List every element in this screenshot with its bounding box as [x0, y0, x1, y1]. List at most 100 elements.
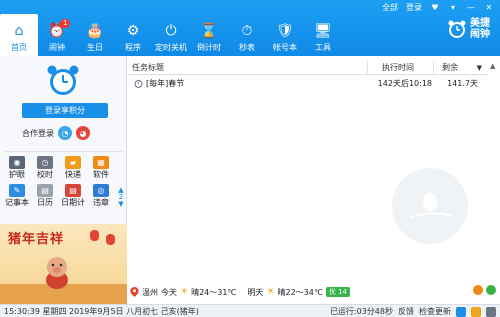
- uptime-text: 已运行:03分48秒: [329, 307, 393, 316]
- tool-express[interactable]: ▰ 快递: [59, 156, 87, 180]
- nav-alarm[interactable]: ⏰ 1 闹钟: [38, 14, 76, 56]
- tool-label: 护眼: [9, 170, 25, 179]
- tool-eye-protection[interactable]: ◉ 护眼: [3, 156, 31, 180]
- tool-label: 日期计: [61, 198, 85, 207]
- tool-notepad[interactable]: ✎ 记事本: [3, 184, 31, 208]
- column-exec-time[interactable]: 执行时间: [368, 61, 434, 74]
- left-panel: 登录享积分 合作登录 ◔ ◕ ◉ 护眼 ◷ 校时 ▰ 快递 ▦ 软件 ✎ 记事本…: [0, 56, 127, 304]
- tool-software[interactable]: ▦ 软件: [87, 156, 115, 180]
- main-nav: ⌂ 首页 ⏰ 1 闹钟 🎂 生日 ⚙ 程序 ⏻ 定时关机 ⌛ 倒计时 ⏱ 秒表: [0, 14, 342, 56]
- weather-tomorrow: 晴22～34℃: [277, 287, 323, 297]
- column-remaining-label: 剩余: [442, 63, 458, 72]
- weather-tomorrow-label: 明天: [247, 287, 264, 297]
- nav-countdown[interactable]: ⌛ 倒计时: [190, 14, 228, 56]
- new-year-banner[interactable]: 猪年吉祥: [0, 224, 127, 304]
- nav-program[interactable]: ⚙ 程序: [114, 14, 152, 56]
- birthday-cake-icon: 🎂: [86, 23, 104, 39]
- tool-calendar[interactable]: ▤ 日历: [31, 184, 59, 208]
- lantern-icon: [90, 230, 99, 241]
- table-row[interactable]: [每年]春节 142天后10:18 141.7天: [128, 77, 488, 90]
- tool-time-sync[interactable]: ◷ 校时: [31, 156, 59, 180]
- qq-icon[interactable]: ◔: [58, 126, 72, 140]
- tool-label: 记事本: [5, 198, 29, 207]
- minimize-icon[interactable]: —: [466, 2, 476, 14]
- divider: [4, 151, 123, 152]
- nav-label: 帐号本: [273, 43, 297, 52]
- air-quality-badge: 优 14: [325, 287, 350, 297]
- nav-stopwatch[interactable]: ⏱ 秒表: [228, 14, 266, 56]
- nav-home[interactable]: ⌂ 首页: [0, 14, 38, 56]
- sort-desc-icon: ▼: [476, 64, 482, 72]
- sunny-icon: ☀: [266, 287, 275, 297]
- nav-shutdown[interactable]: ⏻ 定时关机: [152, 14, 190, 56]
- tool-label: 日历: [37, 198, 53, 207]
- home-icon: ⌂: [14, 23, 24, 39]
- lantern-icon: [106, 234, 115, 245]
- pig-mascot-icon: [46, 257, 68, 289]
- tool-traffic-violation[interactable]: ◎ 违章: [87, 184, 115, 208]
- weather-city[interactable]: 温州: [142, 287, 158, 298]
- tool-pager: ▲ 2 ▼: [117, 187, 125, 208]
- brand: 美捷闹钟: [447, 18, 494, 40]
- task-title-cell: [每年]春节: [128, 78, 368, 89]
- skin-icon[interactable]: [473, 285, 483, 295]
- notepad-icon: ✎: [9, 184, 25, 197]
- feedback-link[interactable]: 反馈: [398, 306, 414, 317]
- nav-label: 首页: [11, 43, 27, 52]
- nav-account-book[interactable]: 🛡 帐号本: [266, 14, 304, 56]
- software-icon: ▦: [93, 156, 109, 169]
- eye-icon: ◉: [9, 156, 25, 169]
- alarm-task-icon: [134, 79, 143, 88]
- shield-status-icon[interactable]: [456, 306, 466, 317]
- nav-tools[interactable]: 🖥 工具: [304, 14, 342, 56]
- status-right: 已运行:03分48秒 反馈 检查更新: [330, 305, 496, 317]
- task-title: [每年]春节: [146, 79, 185, 88]
- nav-label: 生日: [87, 43, 103, 52]
- nav-label: 工具: [315, 43, 331, 52]
- banner-title: 猪年吉祥: [8, 232, 65, 247]
- pager-down-icon[interactable]: ▼: [118, 201, 123, 208]
- all-link[interactable]: 全部: [382, 2, 398, 14]
- column-remaining[interactable]: 剩余 ▼: [434, 61, 488, 74]
- task-list: 任务标题 执行时间 剩余 ▼ ▲ [每年]春节 142天后10:18 141.7…: [128, 56, 500, 304]
- check-update-link[interactable]: 检查更新: [419, 306, 451, 317]
- weather-today: 晴24～31℃: [191, 287, 237, 297]
- nav-birthday[interactable]: 🎂 生日: [76, 14, 114, 56]
- login-link[interactable]: 登录: [406, 2, 422, 14]
- power-icon: ⏻: [165, 23, 177, 39]
- top-links: 全部 登录 ♥ ▾ — ✕: [382, 2, 494, 14]
- task-remaining: 141.7天: [447, 79, 478, 88]
- alarm-count-badge: 1: [60, 19, 71, 28]
- coop-login-label: 合作登录: [22, 128, 54, 138]
- task-exec-time: 142天后10:18: [377, 79, 432, 88]
- coop-login: 合作登录 ◔ ◕: [22, 126, 90, 140]
- login-points-button[interactable]: 登录享积分: [22, 103, 108, 118]
- nav-label: 程序: [125, 43, 141, 52]
- tool-date-calculator[interactable]: ▤ 日期计: [59, 184, 87, 208]
- tool-label: 校时: [37, 170, 53, 179]
- tool-label: 快递: [65, 170, 81, 179]
- date-calculator-icon: ▤: [65, 184, 81, 197]
- bird-watermark-icon: [392, 168, 468, 244]
- settings-icon[interactable]: [486, 306, 496, 317]
- scroll-up-icon[interactable]: ▲: [490, 62, 495, 70]
- gear-icon: ⚙: [126, 23, 140, 39]
- task-table-header: 任务标题 执行时间 剩余 ▼: [128, 61, 488, 75]
- star-icon[interactable]: [471, 306, 481, 317]
- close-icon[interactable]: ✕: [484, 2, 494, 14]
- column-title[interactable]: 任务标题: [128, 61, 368, 74]
- brand-clock-icon: [448, 20, 466, 38]
- menu-dropdown-icon[interactable]: ▾: [448, 2, 458, 14]
- grid-icon[interactable]: [486, 285, 496, 295]
- nav-label: 定时关机: [155, 43, 187, 52]
- monitor-icon: 🖥: [314, 23, 332, 39]
- shield-icon: 🛡: [276, 23, 294, 39]
- nav-label: 秒表: [239, 43, 255, 52]
- top-bar: 全部 登录 ♥ ▾ — ✕ ⌂ 首页 ⏰ 1 闹钟 🎂 生日 ⚙ 程序 ⏻ 定时…: [0, 0, 500, 56]
- tool-label: 违章: [93, 198, 109, 207]
- heart-icon[interactable]: ♥: [430, 2, 440, 14]
- weibo-icon[interactable]: ◕: [76, 126, 90, 140]
- weather-actions: [473, 285, 496, 295]
- hourglass-icon: ⌛: [200, 23, 218, 39]
- weather-bar: 温州 今天 ☀ 晴24～31℃ 明天 ☀ 晴22～34℃ 优 14: [128, 285, 500, 299]
